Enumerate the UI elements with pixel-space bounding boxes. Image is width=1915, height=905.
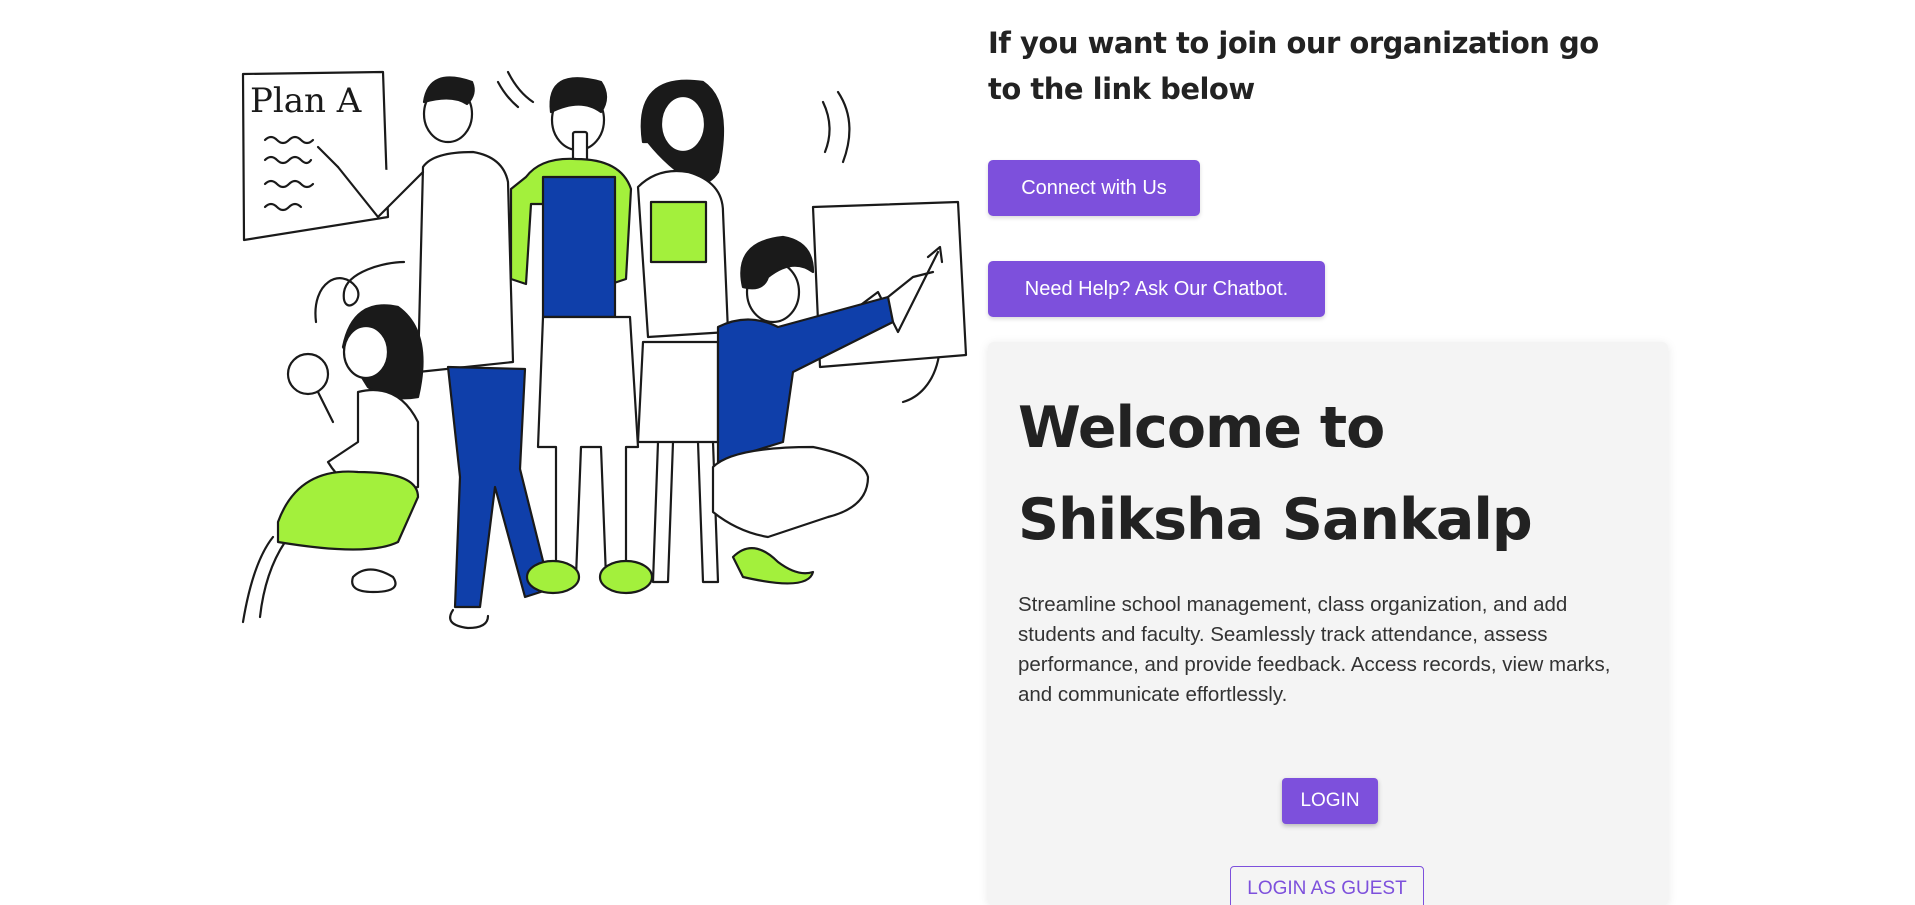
login-as-guest-button[interactable]: LOGIN AS GUEST <box>1230 866 1424 905</box>
page: Plan A If you want to join our organizat… <box>0 0 1915 905</box>
welcome-description: Streamline school management, class orga… <box>1018 593 1611 706</box>
whiteboard-text: Plan A <box>250 81 362 121</box>
right-column: If you want to join our organization go … <box>988 0 1688 905</box>
team-illustration: Plan A <box>241 70 968 630</box>
ask-chatbot-button[interactable]: Need Help? Ask Our Chatbot. <box>988 261 1325 317</box>
join-heading: If you want to join our organization go … <box>988 26 1599 106</box>
person-pointing-chart <box>711 200 968 585</box>
welcome-title-line1: Welcome to <box>1018 395 1385 461</box>
welcome-title-line2: Shiksha Sankalp <box>1018 487 1533 553</box>
whiteboard-plan-a: Plan A <box>241 70 390 242</box>
connect-with-us-button[interactable]: Connect with Us <box>988 160 1200 216</box>
login-button[interactable]: LOGIN <box>1282 778 1378 824</box>
welcome-title: Welcome to Shiksha Sankalp <box>1018 382 1638 566</box>
welcome-card: Welcome to Shiksha Sankalp Streamline sc… <box>988 342 1668 905</box>
person-magnifier <box>276 304 424 594</box>
